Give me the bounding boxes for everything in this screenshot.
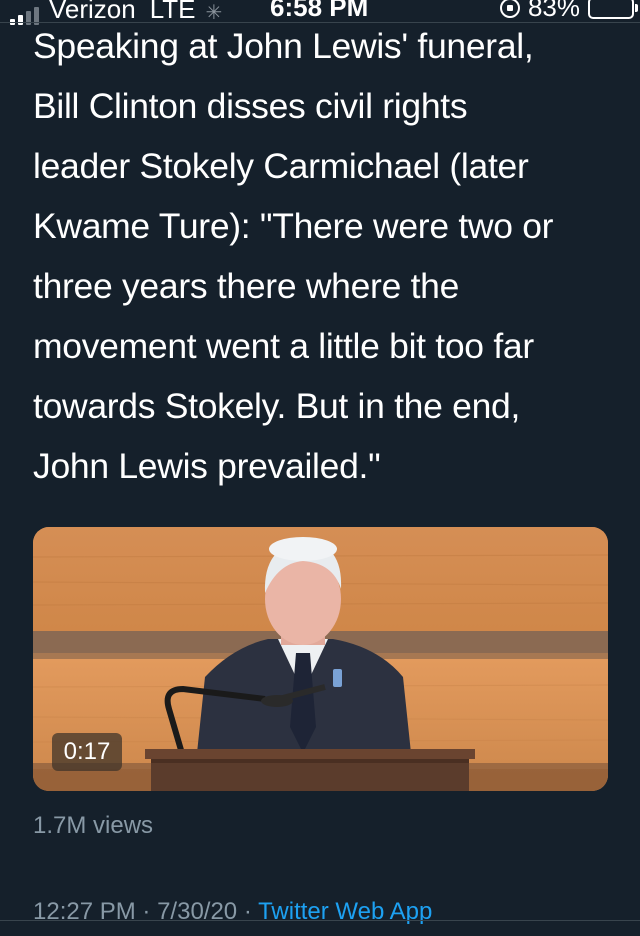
bottom-divider	[0, 920, 640, 921]
tweet-metadata: 12:27 PM · 7/30/20 · Twitter Web App	[33, 898, 432, 926]
video-duration-badge: 0:17	[52, 733, 122, 771]
view-count: 1.7M views	[33, 812, 154, 839]
tweet-text: Speaking at John Lewis' funeral, Bill Cl…	[33, 26, 554, 486]
orientation-lock-icon	[499, 0, 520, 18]
